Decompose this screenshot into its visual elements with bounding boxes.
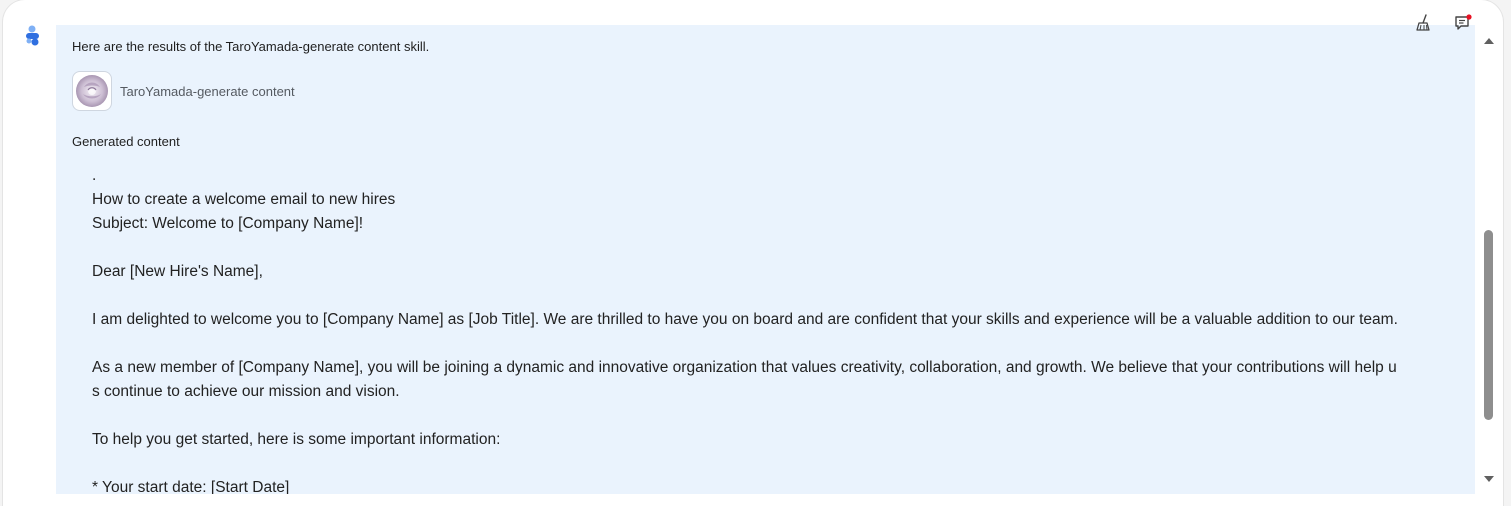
generated-content: . How to create a welcome email to new h… [92, 164, 1458, 494]
scroll-up-arrow-icon[interactable] [1483, 34, 1495, 46]
scroll-down-arrow-icon[interactable] [1483, 472, 1495, 484]
assistant-avatar-icon [23, 24, 45, 46]
chat-panel: Here are the results of the TaroYamada-g… [3, 0, 1503, 506]
content-line [92, 284, 1458, 308]
content-line [92, 452, 1458, 476]
skill-reference[interactable]: TaroYamada-generate content [72, 71, 295, 111]
vertical-scrollbar[interactable] [1480, 28, 1498, 486]
assistant-message: Here are the results of the TaroYamada-g… [56, 25, 1475, 494]
content-line: s continue to achieve our mission and vi… [92, 383, 400, 400]
content-line [92, 236, 1458, 260]
app-frame: Here are the results of the TaroYamada-g… [0, 0, 1511, 506]
content-line: To help you get started, here is some im… [92, 431, 501, 448]
feedback-icon[interactable] [1453, 13, 1473, 33]
scroll-thumb[interactable] [1484, 230, 1493, 420]
content-line: How to create a welcome email to new hir… [92, 191, 396, 208]
content-line: Dear [New Hire's Name], [92, 263, 263, 280]
content-line: I am delighted to welcome you to [Compan… [92, 311, 1398, 328]
content-line: * Your start date: [Start Date] [92, 479, 290, 494]
content-line [92, 404, 1458, 428]
message-intro: Here are the results of the TaroYamada-g… [72, 39, 430, 54]
content-line: Subject: Welcome to [Company Name]! [92, 215, 364, 232]
skill-name: TaroYamada-generate content [120, 83, 295, 99]
generated-content-label: Generated content [72, 134, 180, 149]
skill-thumbnail-icon [72, 71, 112, 111]
content-line: . [92, 167, 97, 184]
broom-icon[interactable] [1414, 13, 1434, 33]
content-line [92, 332, 1458, 356]
content-line: As a new member of [Company Name], you w… [92, 359, 1397, 376]
